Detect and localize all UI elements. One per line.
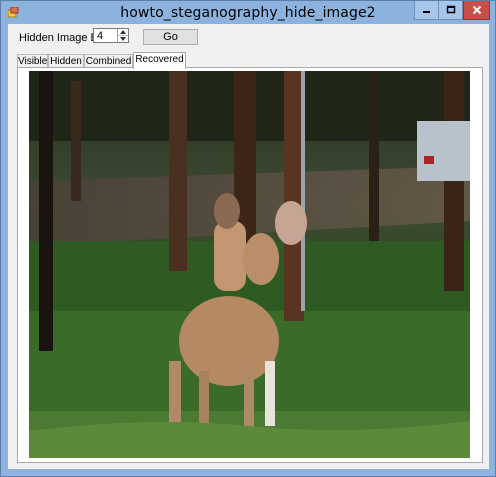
go-button[interactable]: Go — [143, 29, 198, 45]
client-area: Hidden Image Bits: 4 Go Visible Hidden C… — [8, 24, 489, 469]
maximize-icon — [446, 5, 455, 14]
tab-panel-recovered — [17, 67, 483, 463]
close-icon — [472, 5, 481, 15]
tab-hidden[interactable]: Hidden — [48, 54, 84, 68]
chevron-down-icon — [120, 37, 126, 41]
title-bar[interactable]: howto_steganography_hide_image2 — [1, 1, 495, 24]
tab-combined[interactable]: Combined — [84, 54, 133, 68]
chevron-up-icon — [120, 30, 126, 34]
app-window: howto_steganography_hide_image2 Hidden I… — [0, 0, 496, 477]
minimize-icon — [422, 11, 430, 13]
stepper-buttons — [117, 29, 128, 42]
close-button[interactable] — [463, 1, 490, 20]
maximize-button[interactable] — [439, 1, 463, 20]
hidden-bits-value[interactable]: 4 — [97, 29, 103, 43]
stepper-down-button[interactable] — [118, 36, 128, 42]
tab-recovered[interactable]: Recovered — [133, 52, 186, 69]
minimize-button[interactable] — [414, 1, 439, 20]
hidden-bits-stepper[interactable]: 4 — [93, 28, 129, 43]
tab-visible[interactable]: Visible — [17, 54, 48, 68]
stepper-up-button[interactable] — [118, 29, 128, 36]
recovered-image — [29, 71, 470, 458]
